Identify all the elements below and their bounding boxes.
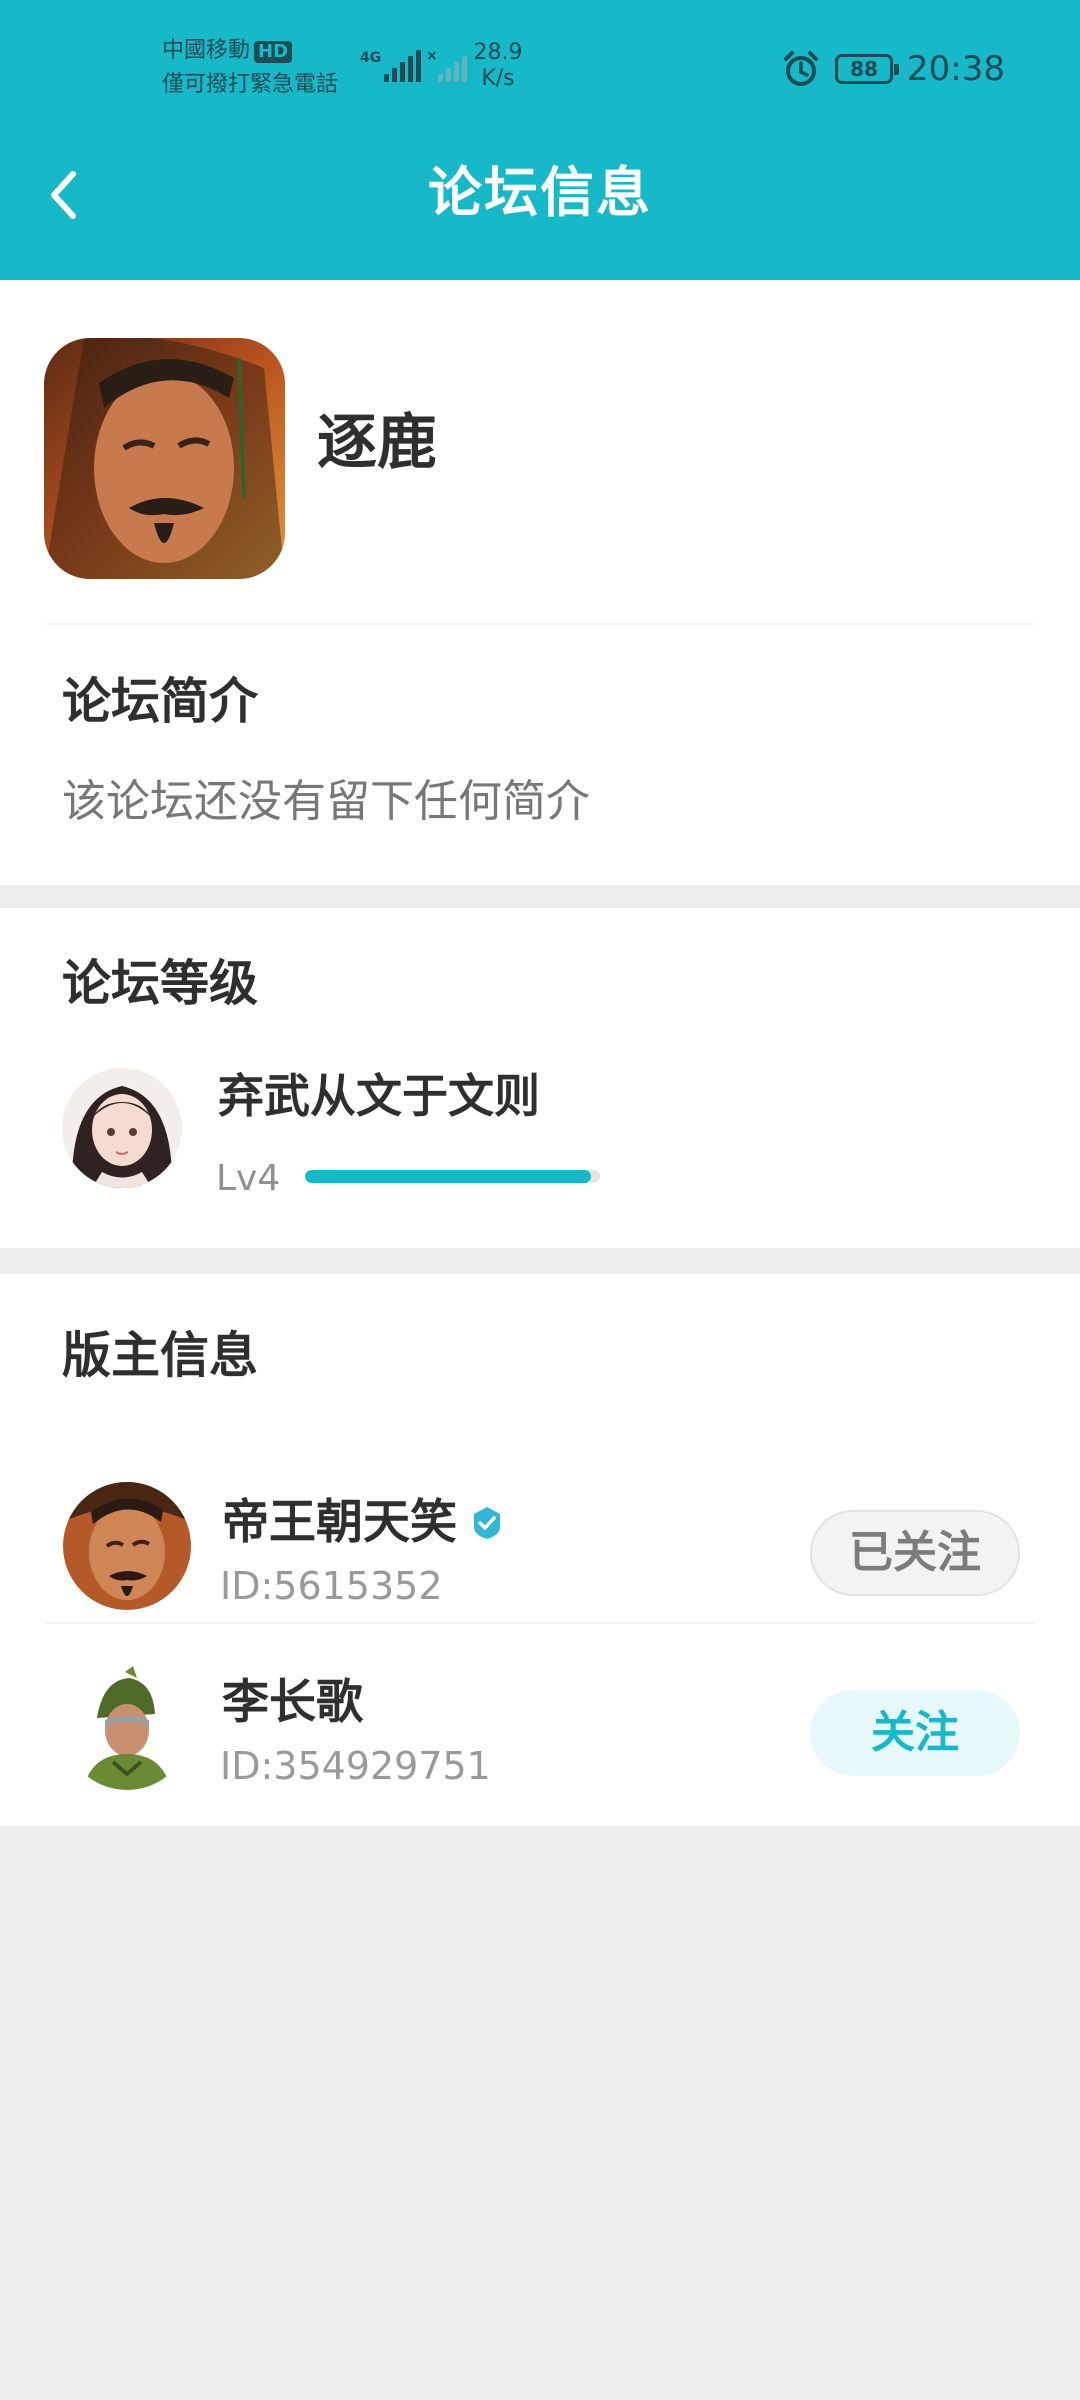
level-progress-fill <box>305 1170 592 1183</box>
status-right: 88 20:38 <box>781 44 1005 94</box>
moderator-name: 李长歌 <box>222 1675 363 1730</box>
moderator-avatar[interactable] <box>63 1662 191 1790</box>
divider <box>46 623 1034 625</box>
moderator-avatar[interactable] <box>63 1482 191 1610</box>
level-progress-bar <box>305 1170 600 1183</box>
moderator-id: ID:354929751 <box>220 1744 491 1788</box>
alarm-icon <box>784 51 819 86</box>
emergency-text: 僅可撥打緊急電話 <box>162 72 339 97</box>
svg-text:4G: 4G <box>360 50 381 66</box>
net-speed-value: 28.9 <box>473 40 523 65</box>
intro-text: 该论坛还没有留下任何简介 <box>62 776 590 827</box>
moderator-section-title: 版主信息 <box>62 1327 259 1384</box>
status-bar: 中國移動 HD 僅可撥打緊急電話 4G × 28.9 K/s 88 20:38 <box>0 0 1080 140</box>
carrier-info: 中國移動 HD 僅可撥打緊急電話 <box>162 34 338 102</box>
moderator-row[interactable]: 李长歌 ID:354929751 关注 <box>0 1624 1080 1814</box>
moderator-id: ID:5615352 <box>220 1564 443 1608</box>
net-speed-unit: K/s <box>481 66 515 91</box>
page-title: 论坛信息 <box>428 161 652 224</box>
level-section-title: 论坛等级 <box>62 955 259 1012</box>
level-code: Lv4 <box>216 1158 281 1199</box>
forum-icon <box>44 338 285 579</box>
battery-icon: 88 <box>835 54 900 84</box>
level-name: 弃武从文于文则 <box>218 1069 540 1123</box>
svg-text:×: × <box>426 48 438 64</box>
forum-name: 逐鹿 <box>317 408 437 478</box>
verified-badge-icon <box>474 1507 500 1539</box>
level-avatar <box>62 1068 182 1188</box>
moderator-row[interactable]: 帝王朝天笑 ID:5615352 已关注 <box>0 1444 1080 1634</box>
clock: 20:38 <box>907 49 1005 89</box>
hd-badge: HD <box>254 41 293 63</box>
forum-info-card: 逐鹿 论坛简介 该论坛还没有留下任何简介 <box>0 280 1080 885</box>
follow-button[interactable]: 关注 <box>810 1690 1020 1776</box>
net-speed: 28.9 K/s <box>470 40 526 92</box>
moderator-name-wrap: 帝王朝天笑 <box>222 1494 505 1552</box>
app-header: 中國移動 HD 僅可撥打緊急電話 4G × 28.9 K/s 88 20:38 … <box>0 0 1080 280</box>
forum-level-card: 论坛等级 弃武从文于文则 Lv4 <box>0 908 1080 1248</box>
moderator-name: 帝王朝天笑 <box>222 1495 457 1550</box>
moderator-name-wrap: 李长歌 <box>222 1674 363 1732</box>
intro-section-title: 论坛简介 <box>62 673 259 730</box>
carrier-name: 中國移動 <box>162 38 251 63</box>
following-button[interactable]: 已关注 <box>810 1510 1020 1596</box>
moderator-card: 版主信息 帝王朝天笑 ID:5615352 已关注 李长歌 ID:3549297… <box>0 1274 1080 1826</box>
